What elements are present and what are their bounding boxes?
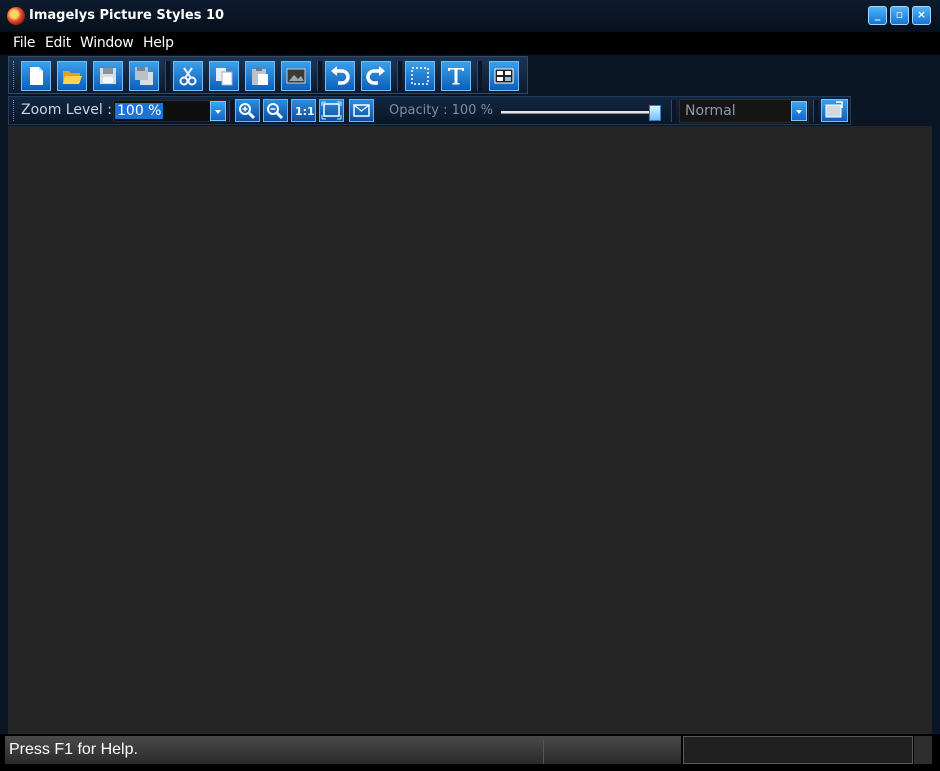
layout-grid-icon (494, 68, 514, 84)
resize-grip[interactable] (914, 736, 932, 764)
paste-icon (252, 67, 268, 85)
zoom-level-select[interactable]: 100 % (113, 100, 228, 122)
text-tool-icon (448, 68, 464, 85)
toolbar-separator (397, 61, 402, 91)
app-logo-icon[interactable] (7, 7, 25, 25)
blend-mode-value[interactable]: Normal (685, 103, 736, 119)
status-divider (543, 740, 544, 764)
open-folder-button[interactable] (57, 61, 87, 91)
undo-button[interactable] (325, 61, 355, 91)
blend-mode-select[interactable]: Normal (679, 99, 809, 123)
toolbar-separator (229, 100, 234, 122)
redo-button[interactable] (361, 61, 391, 91)
save-all-button[interactable] (129, 61, 159, 91)
frame-icon (825, 101, 843, 118)
opacity-slider-thumb[interactable] (649, 105, 661, 121)
copy-button[interactable] (209, 61, 239, 91)
fit-width-button[interactable] (349, 99, 374, 122)
minimize-button[interactable]: _ (868, 6, 887, 25)
new-file-icon (30, 67, 43, 85)
fit-to-window-icon (321, 101, 342, 120)
toolbar-separator (477, 61, 482, 91)
toolbar-grip[interactable] (13, 100, 17, 121)
select-rectangle-button[interactable] (405, 61, 435, 91)
marquee-select-icon (411, 67, 429, 85)
save-icon (100, 68, 116, 84)
new-file-button[interactable] (21, 61, 51, 91)
zoom-in-icon (239, 103, 256, 120)
actual-size-icon: 1:1 (295, 105, 314, 118)
image-icon (286, 68, 306, 84)
main-toolbar (8, 56, 528, 94)
menu-edit[interactable]: Edit (45, 35, 71, 51)
zoom-level-value[interactable]: 100 % (115, 103, 164, 119)
paste-button[interactable] (245, 61, 275, 91)
frame-tool-button[interactable] (821, 99, 848, 122)
zoom-level-label: Zoom Level : (21, 102, 112, 118)
save-all-icon (135, 67, 153, 85)
copy-icon (216, 68, 233, 86)
layout-view-button[interactable] (489, 61, 519, 91)
status-info-pane (683, 736, 913, 764)
zoom-out-button[interactable] (263, 99, 288, 122)
svg-text:1:1: 1:1 (295, 105, 314, 118)
chevron-down-icon[interactable] (210, 101, 226, 121)
menu-help[interactable]: Help (143, 35, 174, 51)
opacity-slider-track[interactable] (501, 111, 657, 114)
status-message-pane: Press F1 for Help. (5, 736, 681, 764)
open-folder-icon (63, 71, 82, 84)
window-title: Imagelys Picture Styles 10 (29, 8, 225, 23)
close-button[interactable]: × (912, 6, 931, 25)
zoom-in-button[interactable] (235, 99, 260, 122)
toolbar-separator (813, 100, 818, 122)
text-tool-button[interactable] (441, 61, 471, 91)
menu-bar: File Edit Window Help (0, 32, 940, 55)
insert-image-button[interactable] (281, 61, 311, 91)
fit-to-window-button[interactable] (319, 99, 344, 122)
opacity-label: Opacity : 100 % (389, 103, 493, 118)
chevron-down-icon[interactable] (791, 101, 807, 121)
actual-size-button[interactable]: 1:1 (291, 99, 316, 122)
maximize-button[interactable]: ▫ (890, 6, 909, 25)
undo-icon (331, 66, 350, 85)
menu-window[interactable]: Window (80, 35, 134, 51)
view-toolbar: Zoom Level : 100 % 1:1 Opacity : 100 % N… (8, 96, 851, 125)
workspace-canvas[interactable] (8, 126, 932, 734)
fit-width-icon (353, 104, 370, 117)
toolbar-separator (671, 100, 676, 122)
toolbar-separator (317, 61, 322, 91)
scissors-icon (179, 67, 197, 86)
app-window: Imagelys Picture Styles 10 _ ▫ × File Ed… (0, 0, 940, 771)
save-button[interactable] (93, 61, 123, 91)
toolbar-grip[interactable] (13, 61, 17, 89)
status-text: Press F1 for Help. (9, 741, 138, 758)
cut-button[interactable] (173, 61, 203, 91)
title-bar[interactable]: Imagelys Picture Styles 10 _ ▫ × (0, 0, 940, 32)
redo-icon (366, 66, 385, 85)
zoom-out-icon (267, 103, 284, 120)
toolbar-separator (165, 61, 170, 91)
status-bar: Press F1 for Help. (0, 734, 940, 771)
menu-file[interactable]: File (13, 35, 36, 51)
